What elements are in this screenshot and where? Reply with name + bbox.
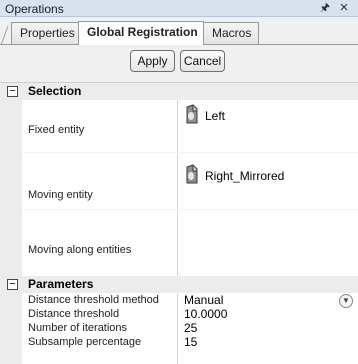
title-bar: Operations 🖈 × xyxy=(0,0,358,17)
property-grid: − Selection Fixed entity Left Moving ent… xyxy=(0,82,358,364)
param-name: Distance threshold method xyxy=(28,294,159,306)
fixed-entity-text: Left xyxy=(205,109,226,123)
cancel-button[interactable]: Cancel xyxy=(180,50,225,72)
category-selection[interactable]: − Selection xyxy=(0,83,358,100)
moving-along-entities-label: Moving along entities xyxy=(28,244,132,256)
category-label: Parameters xyxy=(28,277,94,291)
param-name: Distance threshold xyxy=(28,308,120,320)
apply-button[interactable]: Apply xyxy=(130,50,175,72)
category-parameters[interactable]: − Parameters xyxy=(0,276,358,293)
grid-gutter xyxy=(0,100,22,276)
param-name: Subsample percentage xyxy=(28,336,142,348)
row-separator xyxy=(22,209,358,210)
grid-gutter xyxy=(0,293,22,364)
collapse-icon[interactable]: − xyxy=(7,86,18,97)
chevron-down-icon[interactable]: ▼ xyxy=(339,294,353,308)
window-title: Operations xyxy=(5,2,64,16)
fixed-entity-label: Fixed entity xyxy=(28,124,85,136)
column-divider xyxy=(177,100,178,276)
moving-entity-label: Moving entity xyxy=(28,189,93,201)
moving-entity-text: Right_Mirrored xyxy=(205,169,285,183)
category-label: Selection xyxy=(28,84,82,98)
row-separator xyxy=(22,152,358,153)
pin-icon[interactable]: 🖈 xyxy=(318,1,332,15)
tab-properties[interactable]: Properties xyxy=(11,22,79,45)
param-value[interactable]: 25 xyxy=(184,321,197,335)
mesh-entity-icon xyxy=(186,104,198,124)
tab-macros[interactable]: Macros xyxy=(203,22,259,45)
param-value[interactable]: 10.0000 xyxy=(184,307,227,321)
tab-global-registration[interactable]: Global Registration xyxy=(78,21,204,45)
param-name: Number of iterations xyxy=(28,322,128,334)
mesh-entity-icon xyxy=(186,164,198,184)
param-value[interactable]: Manual xyxy=(184,293,223,307)
param-value[interactable]: 15 xyxy=(184,335,197,349)
close-icon[interactable]: × xyxy=(336,0,352,16)
collapse-icon[interactable]: − xyxy=(7,279,18,290)
column-divider xyxy=(177,293,178,364)
